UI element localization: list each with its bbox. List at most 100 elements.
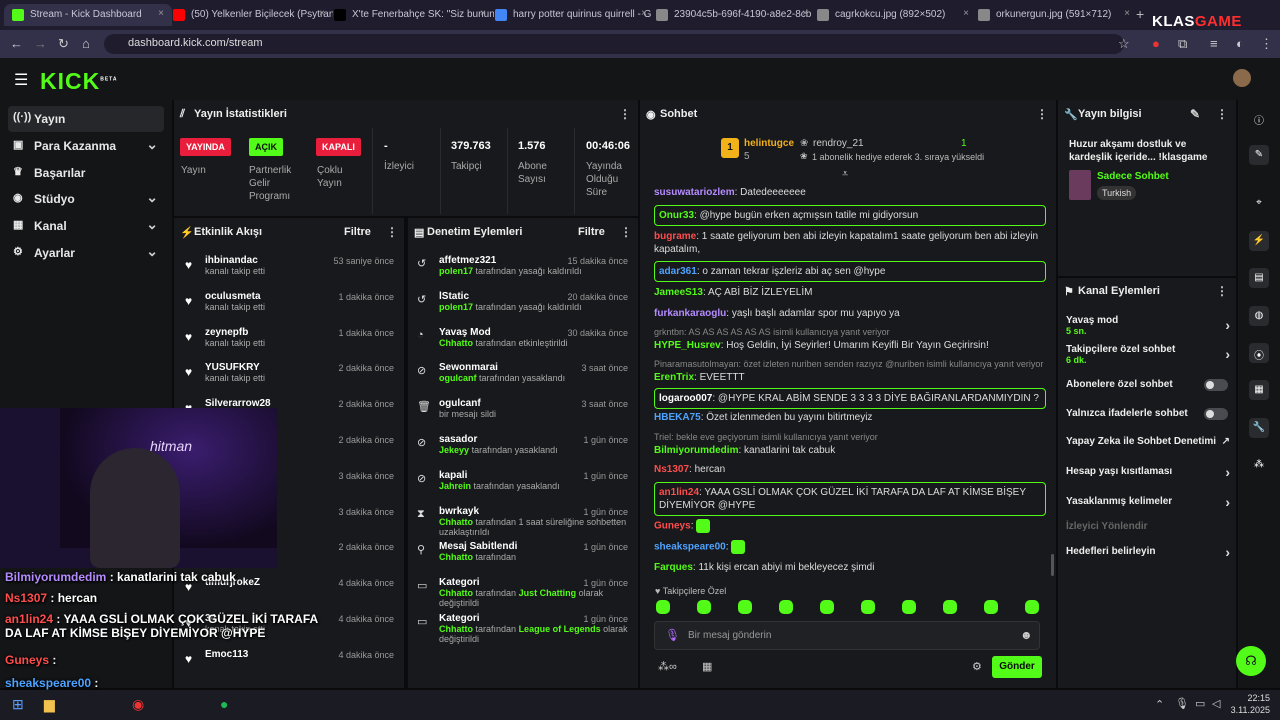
close-tab-icon[interactable]: × xyxy=(802,8,808,19)
quick-emote-icon[interactable] xyxy=(984,600,998,614)
network-icon[interactable]: ▭ xyxy=(1195,697,1205,710)
new-tab-button[interactable]: + xyxy=(1136,6,1144,22)
spotify-icon[interactable]: ● xyxy=(220,696,228,712)
chat-username[interactable]: Guneys xyxy=(654,521,691,532)
chat-username[interactable]: JameeS13 xyxy=(654,287,703,298)
moderator-name[interactable]: Chhatto xyxy=(439,552,473,562)
moderator-name[interactable]: ogulcanf xyxy=(439,373,477,383)
chat-username[interactable]: logaroo007 xyxy=(659,393,712,404)
bolt-icon[interactable]: ⚡ xyxy=(1249,231,1269,251)
hamburger-menu-icon[interactable]: ☰ xyxy=(14,70,28,90)
chat-username[interactable]: bugrame xyxy=(654,231,696,242)
chat-username[interactable]: susuwatariozlem xyxy=(654,187,735,198)
chat-username[interactable]: ErenTrix xyxy=(654,372,694,383)
forward-icon[interactable]: → xyxy=(34,36,47,51)
profile-avatar[interactable]: ◐ xyxy=(1236,36,1244,51)
moderation-filter-button[interactable]: Filtre xyxy=(578,226,605,238)
chevron-down-icon[interactable]: ⌄ xyxy=(146,216,158,233)
moderator-name[interactable]: Chhatto xyxy=(439,588,473,598)
browser-tab[interactable]: cagrkokcu.jpg (892×502) × xyxy=(809,4,977,26)
support-headset-button[interactable]: ☊ xyxy=(1236,646,1266,676)
close-tab-icon[interactable]: × xyxy=(641,8,647,19)
quick-emote-icon[interactable] xyxy=(820,600,834,614)
quick-emote-icon[interactable] xyxy=(656,600,670,614)
chat-username[interactable]: Farques xyxy=(654,562,693,573)
wrench-icon[interactable]: 🔧 xyxy=(1249,418,1269,438)
reload-icon[interactable]: ↻ xyxy=(58,36,69,52)
extension-icon[interactable]: ● xyxy=(1152,36,1160,51)
user-avatar[interactable] xyxy=(1233,69,1251,87)
layout-icon[interactable]: ▦ xyxy=(1249,380,1269,400)
moderator-name[interactable]: polen17 xyxy=(439,302,473,312)
close-tab-icon[interactable]: × xyxy=(480,8,486,19)
subs-chat-row[interactable]: Abonelere özel sohbet xyxy=(1066,379,1230,391)
tray-up-icon[interactable]: ⌃ xyxy=(1155,698,1164,711)
moderator-name[interactable]: Chhatto xyxy=(439,338,473,348)
chat-username[interactable]: furkankaraoglu xyxy=(654,308,726,319)
chat-tools-icon[interactable]: ⁂∞ xyxy=(658,660,677,673)
sidebar-item[interactable]: ◉ Stüdyo ⌄ xyxy=(8,186,164,212)
category-thumbnail[interactable] xyxy=(1069,170,1091,200)
chevron-down-icon[interactable]: ⌄ xyxy=(146,189,158,206)
sidebar-item[interactable]: ▣ Para Kazanma ⌄ xyxy=(8,133,164,159)
browser-menu-icon[interactable]: ⋮ xyxy=(1260,36,1273,52)
chevron-down-icon[interactable]: ⌄ xyxy=(146,136,158,153)
info-icon[interactable]: ⓘ xyxy=(1249,108,1269,128)
chat-username[interactable]: an1lin24 xyxy=(659,487,699,498)
mic-tray-icon[interactable]: 🎙 xyxy=(1175,697,1189,710)
emoji-icon[interactable]: ☻ xyxy=(1020,628,1033,642)
home-icon[interactable]: ⌂ xyxy=(82,36,90,51)
browser-tab[interactable]: harry potter quirinus quirrell - G × xyxy=(487,4,655,26)
chat-username[interactable]: HBEKA75 xyxy=(654,412,701,423)
leader-1-name[interactable]: helintugce xyxy=(744,138,794,149)
mic-icon[interactable]: 🎙 xyxy=(665,628,680,642)
subs-chat-toggle[interactable] xyxy=(1204,379,1228,391)
moderation-menu-icon[interactable]: ⋮ xyxy=(620,225,632,239)
expand-icon[interactable]: ⩡ xyxy=(842,168,848,181)
broadcast-icon[interactable]: ⦿ xyxy=(1249,343,1269,363)
extensions-puzzle-icon[interactable]: ⧉ xyxy=(1178,36,1187,52)
banned-words-row[interactable]: Yasaklanmış kelimeler › xyxy=(1066,494,1230,510)
chat-scrollbar[interactable] xyxy=(1051,554,1054,576)
chrome-icon[interactable]: ◉ xyxy=(132,696,144,713)
chat-username[interactable]: HYPE_Husrev xyxy=(654,340,721,351)
account-age-row[interactable]: Hesap yaşı kısıtlaması › xyxy=(1066,464,1230,480)
browser-tab[interactable]: orkunergun.jpg (591×712) × xyxy=(970,4,1138,26)
moderator-name[interactable]: Chhatto xyxy=(439,624,473,634)
media-icon[interactable]: ≡ xyxy=(1210,36,1218,51)
store-icon[interactable]: ▦ xyxy=(702,660,712,673)
stats-menu-icon[interactable]: ⋮ xyxy=(619,107,631,121)
quick-emote-icon[interactable] xyxy=(738,600,752,614)
back-icon[interactable]: ← xyxy=(10,36,23,51)
browser-tab[interactable]: X'te Fenerbahçe SK: "Siz bunun × xyxy=(326,4,494,26)
quick-emote-icon[interactable] xyxy=(697,600,711,614)
quick-emote-icon[interactable] xyxy=(943,600,957,614)
chevron-down-icon[interactable]: ⌄ xyxy=(146,243,158,260)
quick-emote-icon[interactable] xyxy=(861,600,875,614)
url-input[interactable]: dashboard.kick.com/stream xyxy=(104,34,1124,54)
emotes-chat-toggle[interactable] xyxy=(1204,408,1228,420)
ai-moderation-row[interactable]: Yapay Zeka ile Sohbet Denetimi ↗ xyxy=(1066,436,1230,447)
followers-chat-row[interactable]: Takipçilere özel sohbet 6 dk. › xyxy=(1066,344,1230,365)
chat-menu-icon[interactable]: ⋮ xyxy=(1036,107,1048,121)
slow-mode-row[interactable]: Yavaş mod 5 sn. › xyxy=(1066,315,1230,336)
bookmark-star-icon[interactable]: ☆ xyxy=(1118,36,1130,52)
document-icon[interactable]: ▤ xyxy=(1249,268,1269,288)
close-tab-icon[interactable]: × xyxy=(158,8,164,19)
moderator-name[interactable]: Jahrein xyxy=(439,481,471,491)
sidebar-item[interactable]: ♛ Başarılar xyxy=(8,160,164,186)
sidebar-item[interactable]: ⚙ Ayarlar ⌄ xyxy=(8,240,164,266)
moderator-name[interactable]: Jekeyy xyxy=(439,445,469,455)
close-tab-icon[interactable]: × xyxy=(319,8,325,19)
actions-menu-icon[interactable]: ⋮ xyxy=(1216,284,1228,298)
close-tab-icon[interactable]: × xyxy=(1124,8,1130,19)
sidebar-item[interactable]: ▦ Kanal ⌄ xyxy=(8,213,164,239)
goals-row[interactable]: Hedefleri belirleyin › xyxy=(1066,544,1230,560)
file-explorer-icon[interactable]: ▆ xyxy=(44,696,55,713)
target-icon[interactable]: ⌖ xyxy=(1249,193,1269,213)
browser-tab[interactable]: (50) Yelkenler Biçilecek (Psytran × xyxy=(165,4,333,26)
chat-username[interactable]: adar361 xyxy=(659,266,697,277)
quick-emote-icon[interactable] xyxy=(902,600,916,614)
activity-menu-icon[interactable]: ⋮ xyxy=(386,225,398,239)
emotes-chat-row[interactable]: Yalnızca ifadelerle sohbet xyxy=(1066,408,1230,420)
